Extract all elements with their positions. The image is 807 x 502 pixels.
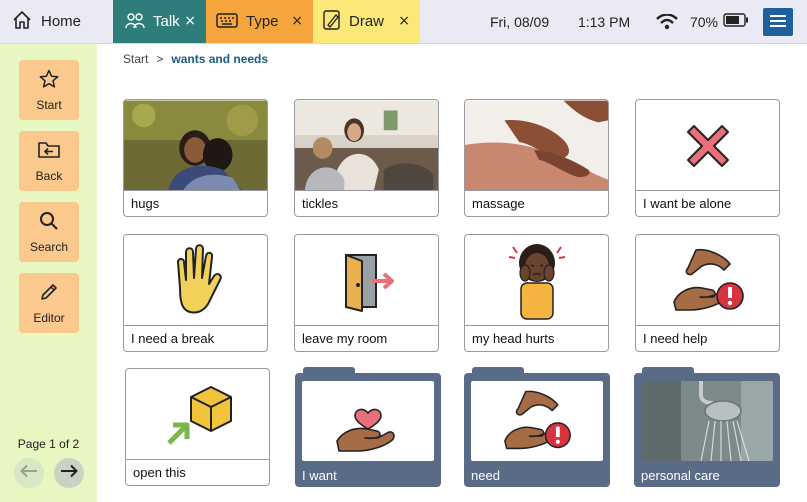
tab-talk-label: Talk (153, 13, 180, 30)
search-label: Search (29, 239, 69, 254)
massage-photo (465, 100, 608, 191)
tile-help[interactable]: I need help (635, 234, 780, 352)
tile-open-label: open this (126, 459, 269, 485)
tile-room[interactable]: leave my room (294, 234, 439, 352)
tab-draw-label: Draw (349, 13, 385, 30)
people-talk-icon (125, 10, 145, 34)
editor-button[interactable]: Editor (19, 273, 79, 333)
red-x-icon (636, 100, 779, 191)
breadcrumb-separator: > (156, 52, 164, 66)
raised-hand-icon (124, 235, 267, 326)
tile-room-label: leave my room (295, 325, 438, 351)
tile-hugs-label: hugs (124, 190, 267, 216)
home-icon (12, 10, 32, 34)
tile-massage-label: massage (465, 190, 608, 216)
page-indicator: Page 1 of 2 (17, 437, 80, 451)
tile-head[interactable]: my head hurts (464, 234, 609, 352)
hugs-photo (124, 100, 267, 191)
back-button[interactable]: Back (19, 131, 79, 191)
tile-help-label: I need help (636, 325, 779, 351)
folder-back-icon (37, 140, 61, 163)
status-date: Fri, 08/09 (489, 13, 550, 30)
search-button[interactable]: Search (19, 202, 79, 262)
tab-talk[interactable]: Talk × (113, 0, 206, 43)
help-hands-icon (636, 235, 779, 326)
tickles-photo (295, 100, 438, 191)
tile-open[interactable]: open this (125, 368, 270, 486)
folder-i-want-label: I want (302, 468, 337, 483)
sidebar: Start Back Search Editor Page 1 of 2 (0, 44, 97, 502)
previous-page-button[interactable] (14, 458, 44, 488)
battery-percent: 70% (689, 13, 718, 30)
need-hands-icon (471, 381, 603, 461)
arrow-left-icon (20, 464, 38, 483)
folder-i-want[interactable]: I want (295, 367, 441, 487)
tab-type-label: Type (246, 13, 279, 30)
close-talk-icon[interactable]: × (184, 13, 196, 29)
arrow-right-icon (60, 464, 78, 483)
back-label: Back (35, 168, 63, 183)
status-area: Fri, 08/09 1:13 PM 70% (490, 0, 807, 43)
close-draw-icon[interactable]: × (398, 13, 410, 29)
tab-home-label: Home (41, 13, 82, 30)
tile-massage[interactable]: massage (464, 99, 609, 217)
star-icon (39, 69, 59, 92)
tile-break-label: I need a break (124, 325, 267, 351)
search-icon (39, 211, 59, 234)
wifi-icon (656, 13, 690, 30)
start-button[interactable]: Start (19, 60, 79, 120)
tab-draw[interactable]: Draw × (313, 0, 420, 43)
tile-tickles[interactable]: tickles (294, 99, 439, 217)
hamburger-icon (770, 14, 786, 30)
tab-type[interactable]: Type × (206, 0, 313, 43)
tile-tickles-label: tickles (295, 190, 438, 216)
tile-alone-label: I want be alone (636, 190, 779, 216)
keyboard-icon (216, 11, 238, 33)
folder-personal-care-label: personal care (641, 468, 720, 483)
open-box-icon (126, 369, 269, 460)
breadcrumb-current: wants and needs (171, 52, 269, 66)
tile-alone[interactable]: I want be alone (635, 99, 780, 217)
close-type-icon[interactable]: × (291, 13, 303, 29)
tile-head-label: my head hurts (465, 325, 608, 351)
start-label: Start (36, 97, 62, 112)
folder-personal-care[interactable]: personal care (634, 367, 780, 487)
folder-need[interactable]: need (464, 367, 610, 487)
top-bar: Home Talk × Type × Draw × Fri, 08/09 1:1… (0, 0, 807, 44)
editor-label: Editor (33, 310, 65, 325)
exit-door-icon (295, 235, 438, 326)
breadcrumb: Start > wants and needs (123, 52, 268, 66)
next-page-button[interactable] (54, 458, 84, 488)
tab-home[interactable]: Home (0, 0, 113, 43)
shower-photo (641, 381, 773, 461)
battery-status: 70% (690, 13, 749, 30)
breadcrumb-root[interactable]: Start (123, 52, 148, 66)
pencil-icon (39, 282, 59, 305)
head-hurts-icon (465, 235, 608, 326)
folder-need-label: need (471, 468, 500, 483)
battery-icon (723, 13, 749, 30)
tile-hugs[interactable]: hugs (123, 99, 268, 217)
want-hand-heart-icon (302, 381, 434, 461)
draw-pencil-icon (323, 9, 341, 34)
menu-button[interactable] (763, 7, 793, 36)
status-time: 1:13 PM (577, 13, 631, 30)
tile-break[interactable]: I need a break (123, 234, 268, 352)
